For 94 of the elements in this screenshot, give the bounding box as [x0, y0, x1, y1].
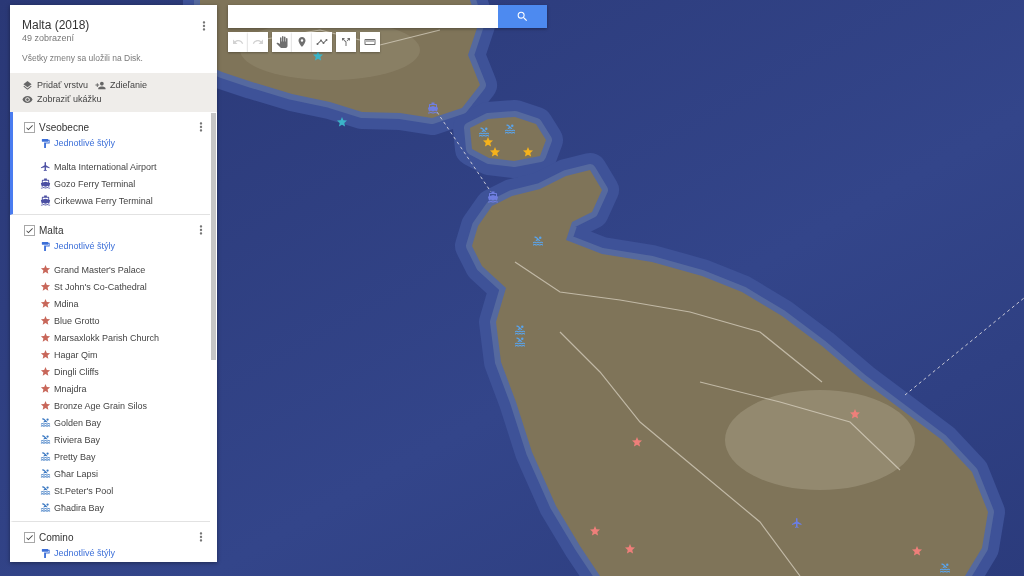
place-item[interactable]: Malta International Airport — [24, 158, 208, 175]
swimmer-icon[interactable] — [504, 123, 516, 135]
share-button[interactable]: Zdieľanie — [94, 78, 148, 92]
star-icon[interactable] — [911, 545, 923, 557]
ship-icon[interactable] — [487, 191, 499, 203]
place-item[interactable]: Blue Grotto — [24, 312, 208, 329]
split-arrows-icon — [340, 36, 352, 48]
star-icon[interactable] — [589, 525, 601, 537]
measure-button[interactable] — [360, 32, 380, 52]
place-item[interactable]: Dingli Cliffs — [24, 363, 208, 380]
layer-name: Vseobecne — [39, 121, 91, 133]
paint-roller-icon — [40, 547, 51, 559]
checkbox[interactable] — [24, 121, 35, 133]
layer-section[interactable]: Comino Jednotlivé štýly — [10, 522, 210, 561]
place-item[interactable]: Golden Bay — [24, 414, 208, 431]
place-item[interactable]: Riviera Bay — [24, 431, 208, 448]
place-item[interactable]: Bronze Age Grain Silos — [24, 397, 208, 414]
star-icon[interactable] — [312, 50, 324, 62]
directions-button[interactable] — [336, 32, 356, 52]
view-count: 49 zobrazení — [22, 33, 76, 44]
hand-icon — [276, 36, 288, 48]
save-status: Všetky zmeny sa uložili na Disk. — [22, 53, 143, 64]
checkbox[interactable] — [24, 224, 35, 236]
star-icon — [40, 366, 51, 377]
styles-link[interactable]: Jednotlivé štýly — [40, 545, 116, 561]
star-icon[interactable] — [849, 408, 861, 420]
layer-name: Comino — [39, 531, 75, 543]
place-item[interactable]: Mnajdra — [24, 380, 208, 397]
place-item[interactable]: St John's Co-Cathedral — [24, 278, 208, 295]
star-icon — [40, 400, 51, 411]
swimmer-icon — [40, 451, 51, 462]
place-item[interactable]: Pretty Bay — [24, 448, 208, 465]
place-item[interactable]: St.Peter's Pool — [24, 482, 208, 499]
star-icon[interactable] — [482, 136, 494, 148]
star-icon — [40, 332, 51, 343]
search-field[interactable] — [228, 5, 498, 28]
airplane-icon — [40, 161, 51, 172]
eye-icon — [22, 93, 33, 105]
layer-name: Malta — [39, 224, 65, 236]
search-button[interactable] — [498, 5, 547, 28]
swimmer-icon — [40, 485, 51, 496]
polyline-icon — [316, 36, 328, 48]
star-icon — [40, 349, 51, 360]
place-item[interactable]: Hagar Qim — [24, 346, 208, 363]
checkbox[interactable] — [24, 531, 35, 543]
star-icon — [40, 281, 51, 292]
swimmer-icon — [40, 468, 51, 479]
preview-button[interactable]: Zobraziť ukážku — [22, 92, 102, 106]
add-person-icon — [94, 79, 106, 91]
star-icon — [40, 315, 51, 326]
swimmer-icon[interactable] — [532, 235, 544, 247]
star-icon[interactable] — [489, 146, 501, 158]
scrollbar-thumb[interactable] — [211, 113, 216, 360]
ship-icon — [40, 178, 51, 189]
checkmark-icon — [25, 225, 34, 235]
ship-icon[interactable] — [427, 102, 439, 114]
styles-link[interactable]: Jednotlivé štýly — [40, 135, 116, 151]
star-icon[interactable] — [522, 146, 534, 158]
swimmer-icon[interactable] — [939, 562, 951, 574]
star-icon[interactable] — [624, 543, 636, 555]
map-title: Malta (2018) — [22, 19, 91, 32]
add-marker-button[interactable] — [292, 32, 312, 52]
search-icon — [516, 10, 529, 23]
place-item[interactable]: Grand Master's Palace — [24, 261, 208, 278]
place-item[interactable]: Mdina — [24, 295, 208, 312]
airplane-icon[interactable] — [791, 517, 803, 529]
styles-link[interactable]: Jednotlivé štýly — [40, 238, 116, 254]
map-pin-icon — [296, 36, 308, 48]
paint-roller-icon — [40, 240, 51, 252]
place-item[interactable]: Għadira Bay — [24, 499, 208, 516]
pan-tool-button[interactable] — [272, 32, 292, 52]
swimmer-icon — [40, 434, 51, 445]
layers-icon — [22, 79, 33, 91]
star-icon — [40, 383, 51, 394]
swimmer-icon[interactable] — [478, 126, 490, 138]
draw-line-button[interactable] — [312, 32, 332, 52]
add-layer-button[interactable]: Pridať vrstvu — [22, 78, 88, 92]
checkmark-icon — [25, 532, 34, 542]
ruler-icon — [364, 36, 376, 48]
place-item[interactable]: Gozo Ferry Terminal — [24, 175, 208, 192]
place-item[interactable]: Cirkewwa Ferry Terminal — [24, 192, 208, 209]
star-icon[interactable] — [631, 436, 643, 448]
swimmer-icon — [40, 417, 51, 428]
star-icon[interactable] — [336, 116, 348, 128]
ship-icon — [40, 195, 51, 206]
paint-roller-icon — [40, 137, 51, 149]
place-item[interactable]: Marsaxlokk Parish Church — [24, 329, 208, 346]
place-item[interactable]: Għar Lapsi — [24, 465, 208, 482]
checkmark-icon — [25, 122, 34, 132]
swimmer-icon — [40, 502, 51, 513]
swimmer-icon[interactable] — [514, 336, 526, 348]
star-icon — [40, 264, 51, 275]
star-icon — [40, 298, 51, 309]
swimmer-icon[interactable] — [514, 324, 526, 336]
